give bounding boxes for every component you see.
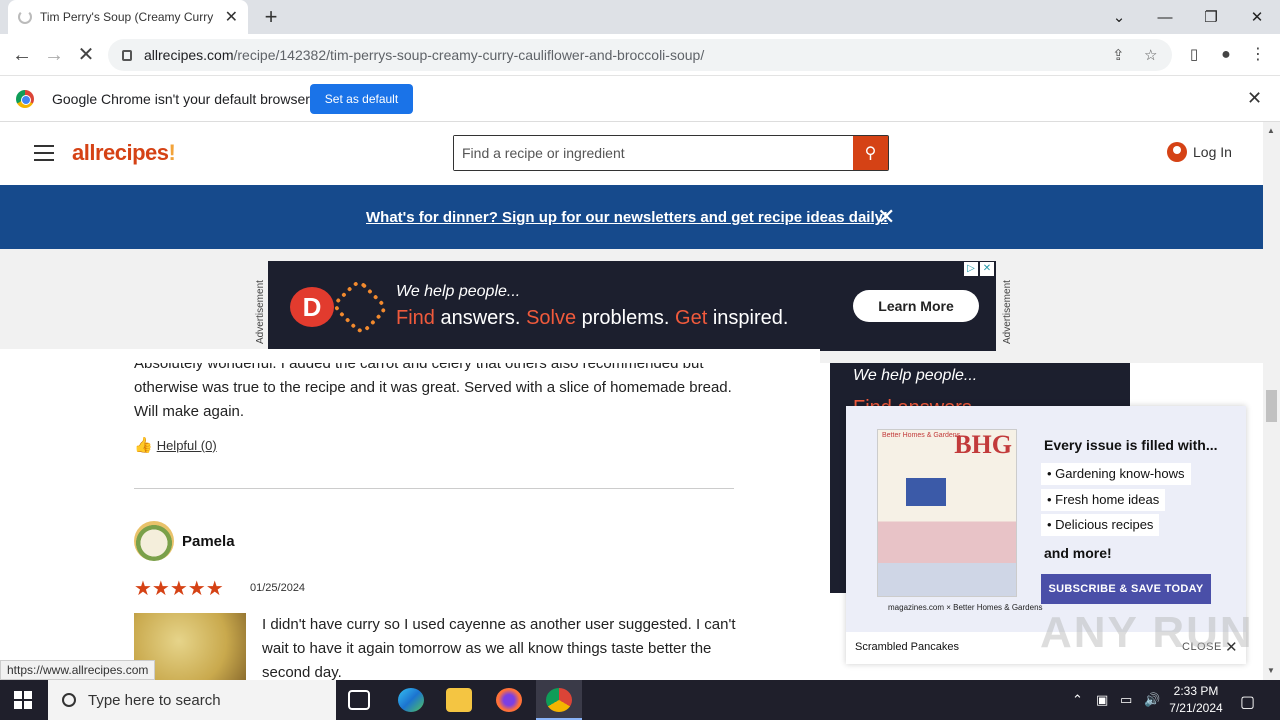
chrome-icon (546, 688, 572, 712)
clock-date: 7/21/2024 (1169, 701, 1223, 715)
url-text: allrecipes.com/recipe/142382/tim-perrys-… (144, 47, 705, 63)
ad-brand-logo: D (290, 287, 334, 327)
loading-spinner-icon (18, 10, 32, 24)
helpful-label: Helpful (0) (156, 437, 217, 453)
popup-footer-text[interactable]: Scrambled Pancakes (855, 641, 959, 653)
ad-tagline: We help people... (396, 283, 521, 300)
file-explorer-icon[interactable] (446, 688, 472, 712)
set-default-button[interactable]: Set as default (310, 84, 413, 114)
page-scrollbar[interactable]: ▲ ▼ (1263, 122, 1280, 680)
scroll-thumb[interactable] (1266, 390, 1277, 422)
minimize-button[interactable]: — (1142, 0, 1188, 34)
side-panel-icon[interactable]: ▯ (1181, 42, 1207, 68)
default-browser-infobar: Google Chrome isn't your default browser… (0, 76, 1280, 122)
hamburger-menu-icon[interactable] (34, 145, 54, 161)
status-bar-url: https://www.allrecipes.com (0, 660, 156, 680)
volume-icon[interactable]: 🔊 (1144, 692, 1160, 708)
forward-button[interactable]: → (41, 42, 67, 68)
star-rating: ★★★★★ (134, 578, 224, 600)
notification-icon[interactable]: ▢ (1240, 692, 1255, 712)
chrome-logo-icon (16, 90, 34, 108)
popup-title: Every issue is filled with... (1044, 437, 1218, 453)
login-link[interactable]: Log In (1167, 142, 1232, 162)
top-ad-row: Advertisement Advertisement D We help pe… (0, 249, 1263, 363)
ad-label-left: Advertisement (255, 280, 266, 344)
magazine-art (906, 478, 946, 506)
ad-label-right: Advertisement (1002, 280, 1013, 344)
review-date: 01/25/2024 (250, 582, 306, 594)
new-tab-button[interactable]: + (258, 4, 284, 30)
side-ad-tagline: We help people... (853, 367, 978, 384)
popup-bullet: • Gardening know-hows (1041, 463, 1191, 485)
task-view-icon[interactable] (348, 690, 370, 710)
search-button[interactable]: ⚲ (853, 136, 888, 170)
tray-device-icon[interactable]: ▣ (1096, 692, 1108, 708)
chrome-menu-icon[interactable]: ⋮ (1245, 42, 1271, 68)
share-icon[interactable]: ⇪ (1112, 46, 1125, 64)
infobar-close-icon[interactable]: ✕ (1247, 88, 1262, 109)
browser-toolbar: ← → ✕ allrecipes.com/recipe/142382/tim-p… (0, 34, 1280, 76)
newsletter-banner: What's for dinner? Sign up for our newsl… (0, 185, 1263, 249)
review-text: I didn't have curry so I used cayenne as… (262, 616, 736, 681)
edge-icon[interactable] (398, 688, 424, 712)
adchoices-icon[interactable]: ▷ (964, 262, 978, 276)
ad-learn-more-button[interactable]: Learn More (853, 290, 979, 322)
back-button[interactable]: ← (9, 42, 35, 68)
browser-tab[interactable]: Tim Perry's Soup (Creamy Curry ✕ (8, 0, 248, 34)
popup-more: and more! (1044, 545, 1112, 561)
reviewer-avatar (134, 521, 174, 561)
scroll-down-arrow-icon[interactable]: ▼ (1267, 666, 1275, 675)
chrome-taskbar-button[interactable] (536, 680, 582, 720)
user-icon (1167, 142, 1187, 162)
bookmark-star-icon[interactable]: ☆ (1144, 46, 1157, 64)
restore-button[interactable]: ❐ (1188, 0, 1234, 34)
magazine-brand: Better Homes & Gardens (882, 432, 961, 439)
subscribe-button[interactable]: SUBSCRIBE & SAVE TODAY (1041, 574, 1211, 604)
windows-start-icon[interactable] (14, 691, 32, 709)
tab-search-chevron-icon[interactable]: ⌄ (1096, 0, 1142, 34)
search-icon (62, 693, 76, 707)
taskbar-search-text: Type here to search (88, 691, 221, 709)
search-icon: ⚲ (864, 145, 877, 162)
close-window-button[interactable]: ✕ (1234, 0, 1280, 34)
stop-loading-button[interactable]: ✕ (73, 42, 99, 68)
reviewer-name: Pamela (182, 533, 235, 550)
magazine-bhg-logo: BHG (954, 430, 1012, 459)
profile-icon[interactable]: ● (1213, 42, 1239, 68)
taskbar-search[interactable]: Type here to search (48, 680, 336, 720)
clock-time: 2:33 PM (1173, 684, 1219, 698)
magazine-cover[interactable]: Better Homes & Gardens BHG (877, 429, 1017, 597)
address-bar[interactable]: allrecipes.com/recipe/142382/tim-perrys-… (108, 39, 1172, 71)
newsletter-signup-link[interactable]: What's for dinner? Sign up for our newsl… (366, 209, 888, 226)
network-icon[interactable]: ▭ (1120, 692, 1132, 708)
tab-title: Tim Perry's Soup (Creamy Curry (40, 10, 214, 24)
infobar-message: Google Chrome isn't your default browser (52, 91, 310, 107)
ad-knot-icon (330, 277, 390, 337)
windows-taskbar: Type here to search ⌃ ▣ ▭ 🔊 2:33 PM 7/21… (0, 680, 1280, 720)
scroll-up-arrow-icon[interactable]: ▲ (1267, 126, 1275, 135)
tab-strip: Tim Perry's Soup (Creamy Curry ✕ + ⌄ — ❐… (0, 0, 1280, 34)
magazine-footer: magazines.com × Better Homes & Gardens (888, 603, 1043, 612)
ad-headline: Find answers. Solve problems. Get inspir… (396, 307, 789, 329)
thumbs-up-icon: 👍 (134, 437, 153, 454)
anyrun-watermark: ANY RUN (1040, 608, 1254, 657)
allrecipes-logo[interactable]: allrecipes! (72, 140, 176, 166)
close-tab-icon[interactable]: ✕ (225, 7, 238, 27)
recipe-search: ⚲ (453, 135, 889, 171)
login-label: Log In (1193, 144, 1232, 160)
ad-close-icon[interactable]: ✕ (980, 262, 994, 276)
site-header: allrecipes! ⚲ Log In (0, 122, 1263, 185)
search-input[interactable] (454, 136, 853, 170)
helpful-button[interactable]: 👍 Helpful (0) (134, 436, 217, 454)
top-ad-banner[interactable]: D We help people... Find answers. Solve … (268, 261, 996, 351)
popup-bullet: • Fresh home ideas (1041, 489, 1166, 511)
firefox-icon[interactable] (496, 688, 522, 712)
review-divider (134, 488, 734, 489)
lock-icon[interactable] (122, 49, 132, 61)
scroll-clip (0, 349, 820, 363)
taskbar-clock[interactable]: 2:33 PM 7/21/2024 (1166, 683, 1226, 717)
tray-chevron-icon[interactable]: ⌃ (1072, 692, 1083, 708)
newsletter-close-icon[interactable]: ✕ (877, 204, 895, 230)
popup-bullet: • Delicious recipes (1041, 514, 1160, 536)
